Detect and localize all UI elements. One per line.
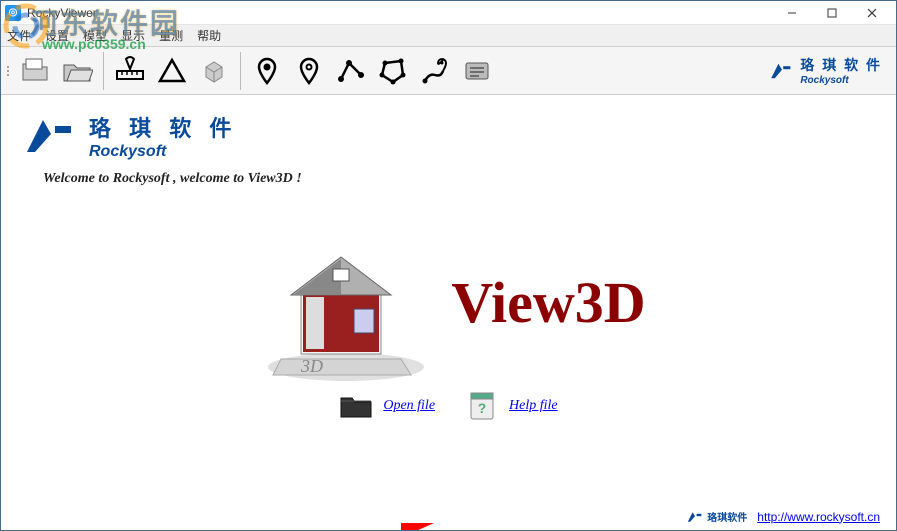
toolbar-separator — [240, 52, 241, 90]
footer: 珞琪软件 http://www.rockysoft.cn — [687, 509, 880, 524]
app-window: ◎ RockyViewer 文件 设置 模型 显示 量测 帮助 — [0, 0, 897, 531]
footer-url-link[interactable]: http://www.rockysoft.cn — [757, 510, 880, 524]
folder-icon — [339, 391, 373, 421]
content-area: 珞 琪 软 件 Rockysoft Welcome to Rockysoft ,… — [1, 95, 896, 530]
titlebar: ◎ RockyViewer — [1, 1, 896, 25]
view3d-title: View3D — [451, 269, 645, 336]
help-file-link[interactable]: Help file — [509, 398, 558, 414]
footer-brand: 珞琪软件 — [687, 509, 747, 524]
menu-model[interactable]: 模型 — [83, 27, 107, 44]
footer-brand-cn: 珞琪软件 — [707, 509, 747, 524]
toolbar-grip — [7, 53, 13, 89]
triangle-icon[interactable] — [152, 51, 192, 91]
brand-logo-icon — [25, 116, 75, 156]
polygon-icon[interactable] — [373, 51, 413, 91]
route-icon[interactable] — [415, 51, 455, 91]
annotation-arrow — [401, 523, 561, 530]
window-controls — [772, 1, 892, 25]
toolbar: 珞 琪 软 件 Rockysoft — [1, 47, 896, 95]
menu-display[interactable]: 显示 — [121, 27, 145, 44]
note-icon[interactable] — [457, 51, 497, 91]
menu-file[interactable]: 文件 — [7, 27, 31, 44]
close-button[interactable] — [852, 1, 892, 25]
svg-text:?: ? — [478, 400, 487, 416]
menu-settings[interactable]: 设置 — [45, 27, 69, 44]
path-icon[interactable] — [331, 51, 371, 91]
pin2-icon[interactable] — [289, 51, 329, 91]
maximize-button[interactable] — [812, 1, 852, 25]
house-illustration: 3D — [251, 217, 431, 387]
minimize-button[interactable] — [772, 1, 812, 25]
open-file-link[interactable]: Open file — [383, 398, 435, 414]
open-folder-icon[interactable] — [57, 51, 97, 91]
help-file-icon: ? — [465, 391, 499, 421]
brand-main-cn: 珞 琪 软 件 — [89, 111, 237, 143]
toolbar-brand: 珞 琪 软 件 Rockysoft — [770, 55, 890, 86]
brand-main: 珞 琪 软 件 Rockysoft — [25, 111, 872, 161]
toolbar-separator — [103, 52, 104, 90]
menu-measure[interactable]: 量测 — [159, 27, 183, 44]
brand-cn: 珞 琪 软 件 — [800, 55, 882, 75]
brand-main-en: Rockysoft — [89, 143, 237, 161]
menubar: 文件 设置 模型 显示 量测 帮助 — [1, 25, 896, 47]
ruler-icon[interactable] — [110, 51, 150, 91]
window-title: RockyViewer — [27, 6, 772, 20]
welcome-text: Welcome to Rockysoft , welcome to View3D… — [43, 171, 872, 187]
open-file-link-item: Open file — [339, 391, 435, 421]
center-block: 3D View3D — [25, 217, 872, 387]
open-file-icon[interactable] — [15, 51, 55, 91]
svg-text:3D: 3D — [300, 356, 323, 376]
help-file-link-item: ? Help file — [465, 391, 558, 421]
cube-icon[interactable] — [194, 51, 234, 91]
links-row: Open file ? Help file — [25, 391, 872, 421]
menu-help[interactable]: 帮助 — [197, 27, 221, 44]
app-icon: ◎ — [5, 5, 21, 21]
brand-en: Rockysoft — [800, 75, 882, 86]
pin-icon[interactable] — [247, 51, 287, 91]
brand-logo-icon — [770, 61, 794, 81]
